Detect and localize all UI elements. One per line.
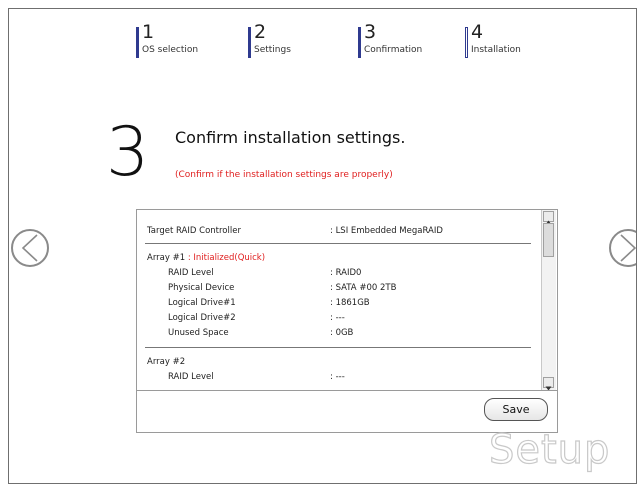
setting-key: RAID Level <box>168 372 214 382</box>
array-label: Array #2 <box>147 357 186 367</box>
step-marker <box>248 27 251 58</box>
array-label: Array #1 <box>147 253 186 263</box>
step-marker <box>465 27 468 58</box>
divider <box>145 347 531 348</box>
panel-footer-divider <box>137 390 557 391</box>
step-marker <box>136 27 139 58</box>
step-label: Confirmation <box>364 45 423 55</box>
setting-value: : --- <box>330 372 345 382</box>
page-subtitle: (Confirm if the installation settings ar… <box>175 170 393 180</box>
arrow-down-icon <box>545 386 552 391</box>
next-button[interactable] <box>609 229 636 267</box>
step-label: OS selection <box>142 45 199 55</box>
current-step-number: 3 <box>106 113 150 192</box>
settings-list[interactable]: Target RAID Controller : LSI Embedded Me… <box>137 210 539 390</box>
setting-key: Logical Drive#2 <box>168 313 236 323</box>
setting-value: : RAID0 <box>330 268 362 278</box>
setup-wordmark: Setup <box>488 426 611 473</box>
array-2-header: Array #2 <box>147 357 185 367</box>
divider <box>145 243 531 244</box>
step-label: Installation <box>471 45 521 55</box>
setting-key: Logical Drive#1 <box>168 298 236 308</box>
step-number: 4 <box>471 21 484 43</box>
step-number: 3 <box>364 21 377 43</box>
chevron-left-icon <box>21 234 38 262</box>
save-button[interactable]: Save <box>484 398 548 421</box>
setting-key: RAID Level <box>168 268 214 278</box>
setting-key: Target RAID Controller <box>147 226 241 236</box>
settings-panel: Target RAID Controller : LSI Embedded Me… <box>136 209 558 433</box>
scroll-thumb[interactable] <box>543 223 554 257</box>
setting-value: : 0GB <box>330 328 354 338</box>
setting-value: : SATA #00 2TB <box>330 283 397 293</box>
scroll-up-button[interactable] <box>543 211 554 225</box>
setting-key: Physical Device <box>168 283 235 293</box>
setup-window: 1 OS selection 2 Settings 3 Confirmation… <box>8 8 637 484</box>
setting-value: : 1861GB <box>330 298 370 308</box>
step-label: Settings <box>254 45 291 55</box>
step-marker <box>358 27 361 58</box>
step-number: 2 <box>254 21 267 43</box>
setting-key: Unused Space <box>168 328 229 338</box>
step-number: 1 <box>142 21 155 43</box>
setting-value: : --- <box>330 313 345 323</box>
array-1-header: Array #1 : Initialized(Quick) <box>147 253 265 263</box>
array-status: : Initialized(Quick) <box>187 253 266 263</box>
page-title: Confirm installation settings. <box>175 128 406 147</box>
scroll-down-button[interactable] <box>543 377 554 391</box>
back-button[interactable] <box>11 229 49 267</box>
chevron-right-icon <box>620 234 636 262</box>
vertical-scrollbar[interactable] <box>541 210 556 391</box>
setting-value: : LSI Embedded MegaRAID <box>330 226 443 236</box>
